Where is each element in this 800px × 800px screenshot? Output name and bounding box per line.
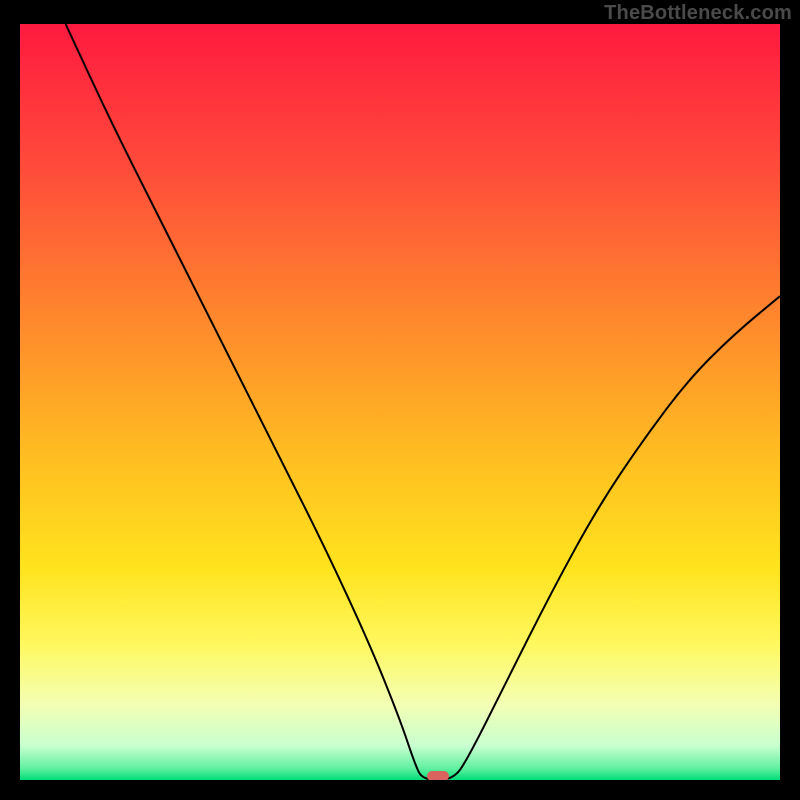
bottleneck-curve: [20, 24, 780, 780]
chart-frame: TheBottleneck.com: [0, 0, 800, 800]
plot-area: [20, 24, 780, 780]
minimum-marker: [427, 771, 449, 780]
watermark-text: TheBottleneck.com: [604, 2, 792, 25]
